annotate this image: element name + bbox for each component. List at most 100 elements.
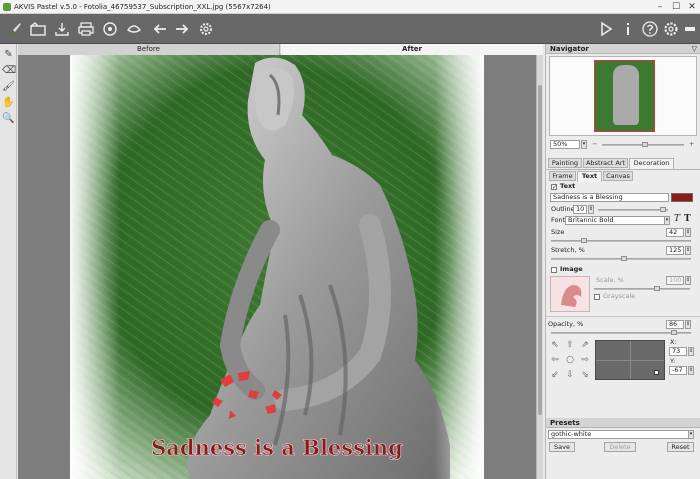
eraser-icon[interactable]: ⌫ — [2, 64, 16, 77]
zoom-slider[interactable] — [602, 142, 684, 147]
minimize-button[interactable]: – — [652, 0, 668, 14]
outline-slider[interactable] — [598, 207, 668, 212]
font-dropdown[interactable]: Britannic Bold — [565, 216, 670, 225]
presets-header: Presets — [546, 418, 700, 428]
stretch-field[interactable]: 125 — [666, 246, 684, 255]
opacity-field[interactable]: 86 — [666, 320, 684, 329]
arrow-center-icon[interactable]: ○ — [565, 355, 575, 365]
outline-spinner[interactable]: ⇕ — [588, 205, 594, 214]
tab-painting[interactable]: Painting — [548, 158, 582, 168]
opacity-slider[interactable] — [551, 330, 691, 335]
arrow-up-icon[interactable]: ⇧ — [565, 340, 575, 350]
outline-field[interactable]: 10 — [573, 205, 587, 214]
scale-field[interactable]: 100 — [666, 276, 684, 285]
brush-logo-icon[interactable] — [4, 19, 24, 39]
scale-label: Scale, % — [596, 276, 624, 284]
brush-icon[interactable]: 🖌 — [2, 80, 15, 93]
stretch-slider[interactable] — [551, 256, 691, 261]
zoom-out-icon[interactable]: − — [592, 140, 597, 149]
close-button[interactable]: ✕ — [684, 0, 700, 14]
text-color-swatch[interactable] — [671, 193, 693, 202]
text-section-label: Text — [560, 182, 576, 190]
scale-slider[interactable] — [594, 286, 690, 291]
arrow-down-left-icon[interactable]: ⇙ — [550, 370, 560, 380]
text-input[interactable]: Sadness is a Blessing — [550, 193, 669, 202]
left-toolbar: ✎ ⌫ 🖌 ✋ 🔍 — [0, 44, 17, 479]
opacity-spinner[interactable]: ⇕ — [685, 320, 691, 329]
arrow-up-left-icon[interactable]: ⇖ — [550, 340, 560, 350]
x-label: X: — [670, 338, 677, 346]
y-spinner[interactable]: ⇕ — [688, 366, 694, 375]
settings-gear-icon[interactable] — [196, 19, 216, 39]
y-label: Y: — [670, 357, 676, 365]
save-icon[interactable] — [52, 19, 72, 39]
position-marker[interactable] — [654, 370, 659, 375]
tab-after[interactable]: After — [281, 44, 543, 55]
zoom-field[interactable]: 50% — [550, 140, 580, 149]
tab-abstract-art[interactable]: Abstract Art — [583, 158, 628, 168]
share-icon[interactable] — [100, 19, 120, 39]
tab-decoration[interactable]: Decoration — [629, 158, 674, 169]
tab-before[interactable]: Before — [18, 44, 280, 55]
y-field[interactable]: -67 — [669, 366, 687, 375]
image-preview[interactable] — [550, 276, 590, 312]
collapse-icon[interactable]: ▽ — [692, 44, 697, 54]
tab-text[interactable]: Text — [577, 171, 602, 182]
delete-preset-button[interactable]: Delete — [604, 442, 636, 452]
italic-button[interactable]: T — [674, 215, 680, 224]
hand-icon[interactable]: ✋ — [2, 96, 15, 109]
vertical-scrollbar[interactable] — [536, 55, 543, 479]
reset-preset-button[interactable]: Reset — [667, 442, 694, 452]
x-field[interactable]: 73 — [669, 347, 687, 356]
stretch-spinner[interactable]: ⇕ — [685, 246, 691, 255]
zoom-dropdown-icon[interactable]: ▾ — [581, 140, 587, 149]
position-grid[interactable] — [595, 340, 665, 380]
open-file-icon[interactable] — [28, 19, 48, 39]
navigator-preview[interactable] — [549, 56, 697, 136]
redo-icon[interactable] — [172, 19, 192, 39]
batch-icon[interactable] — [124, 19, 144, 39]
run-play-icon[interactable] — [596, 19, 616, 39]
stretch-label: Stretch, % — [551, 246, 585, 254]
tab-canvas[interactable]: Canvas — [603, 171, 633, 181]
grayscale-checkbox[interactable] — [594, 294, 600, 300]
size-spinner[interactable]: ⇕ — [685, 228, 691, 237]
text-enable-checkbox[interactable]: ✓ — [551, 184, 557, 191]
preferences-icon[interactable] — [661, 19, 681, 39]
opacity-label: Opacity, % — [548, 320, 584, 328]
font-dropdown-icon[interactable]: ▾ — [664, 216, 670, 225]
size-slider[interactable] — [551, 238, 691, 243]
menu-icon[interactable] — [680, 19, 700, 39]
image-enable-checkbox[interactable] — [551, 267, 557, 273]
tab-frame[interactable]: Frame — [549, 171, 576, 181]
presets-dropdown-icon[interactable]: ▾ — [688, 430, 694, 439]
help-icon[interactable] — [640, 19, 660, 39]
scale-spinner[interactable]: ⇕ — [685, 276, 691, 285]
pastel-image[interactable]: Sadness is a Blessing — [70, 55, 484, 479]
outline-label: Outline — [551, 205, 575, 213]
zoom-in-icon[interactable]: + — [689, 140, 694, 149]
grayscale-label: Grayscale — [603, 292, 636, 300]
x-spinner[interactable]: ⇕ — [688, 347, 694, 356]
scrollbar-thumb[interactable] — [538, 85, 542, 415]
print-icon[interactable] — [76, 19, 96, 39]
arrow-up-right-icon[interactable]: ⇗ — [580, 340, 590, 350]
stroke-direction-icon[interactable]: ✎ — [2, 48, 15, 61]
view-tabs: Before After — [18, 44, 543, 55]
save-preset-button[interactable]: Save — [549, 442, 575, 452]
app-icon — [3, 3, 11, 11]
window-title: AKVIS Pastel v.5.0 - Fotolia_46759537_Su… — [14, 3, 271, 11]
arrow-down-icon[interactable]: ⇩ — [565, 370, 575, 380]
info-icon[interactable] — [618, 19, 638, 39]
arrow-right-icon[interactable]: ⇨ — [580, 355, 590, 365]
arrow-down-right-icon[interactable]: ⇘ — [580, 370, 590, 380]
zoom-icon[interactable]: 🔍 — [2, 112, 15, 125]
bold-button[interactable]: T — [684, 215, 691, 224]
size-field[interactable]: 42 — [666, 228, 684, 237]
presets-dropdown[interactable]: gothic-white — [548, 430, 694, 439]
maximize-button[interactable]: ☐ — [668, 0, 684, 14]
navigator-viewport[interactable] — [594, 60, 655, 132]
undo-icon[interactable] — [150, 19, 170, 39]
settings-panel: Navigator ▽ 50% ▾ − + Painting Abstract … — [545, 44, 700, 479]
arrow-left-icon[interactable]: ⇦ — [550, 355, 560, 365]
